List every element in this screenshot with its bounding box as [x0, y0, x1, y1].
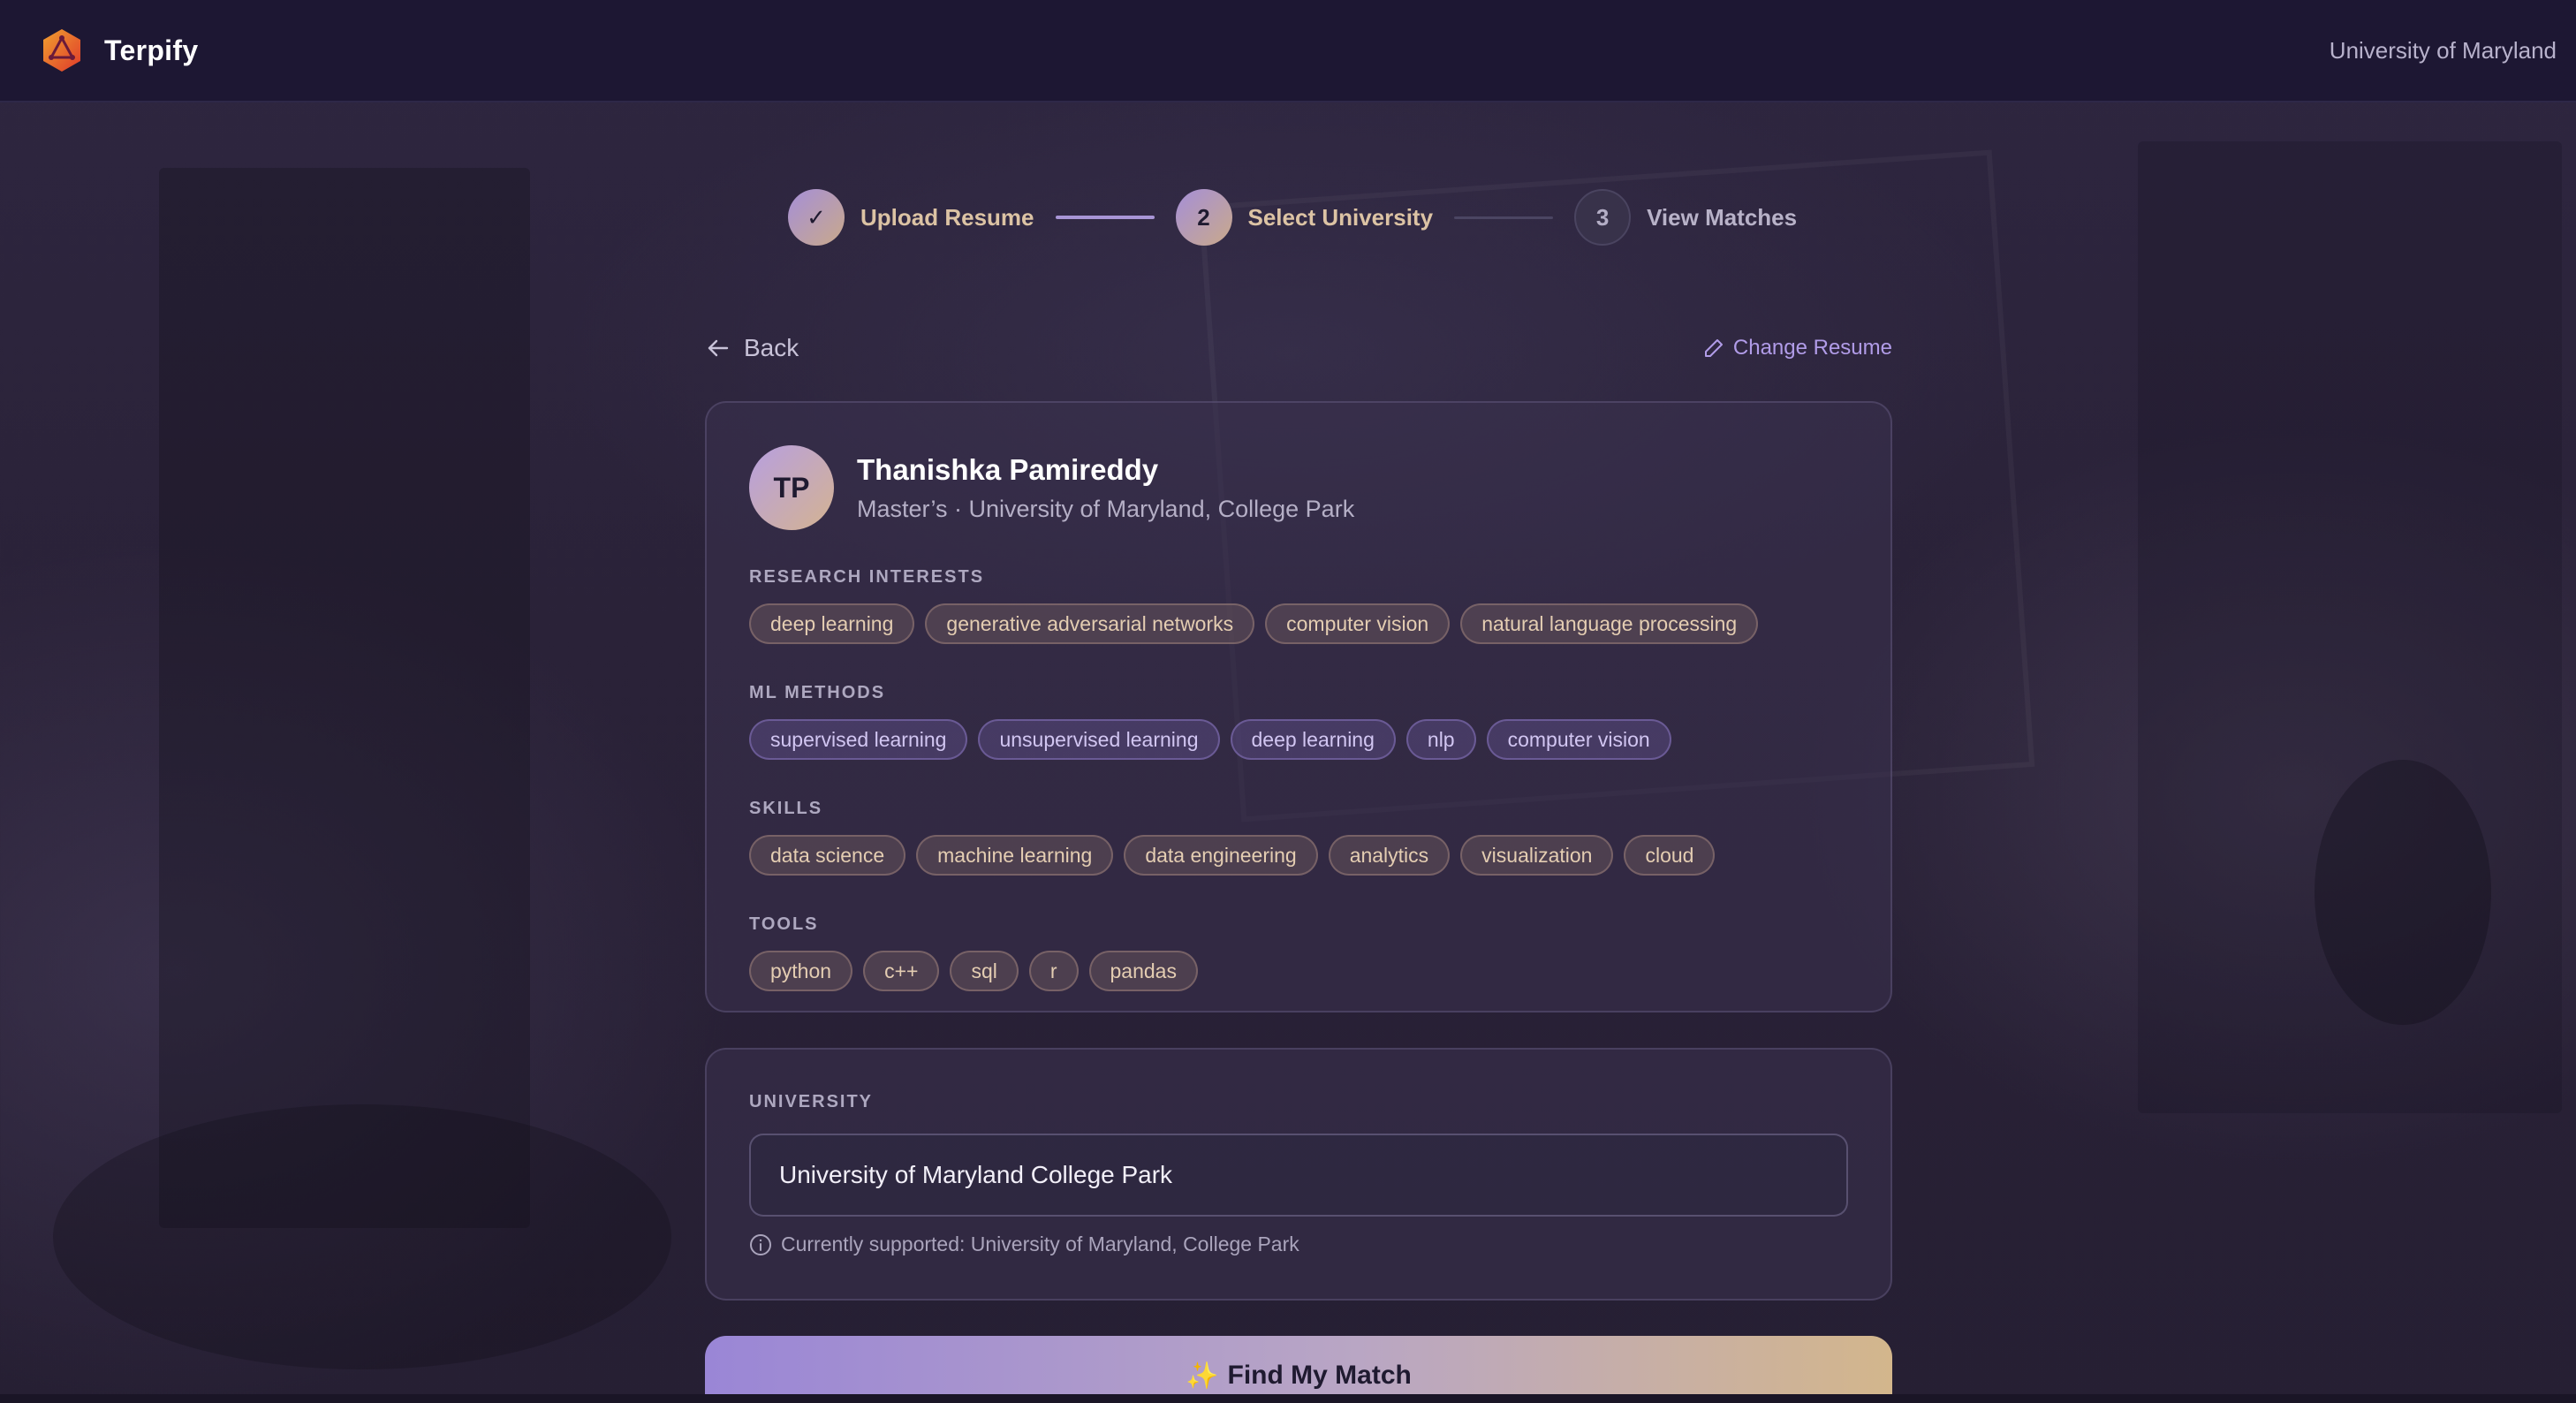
tag-chip: natural language processing [1460, 603, 1759, 644]
profile-name: Thanishka Pamireddy [857, 452, 1159, 486]
hint-text: Currently supported: University of Maryl… [781, 1232, 1299, 1255]
university-input[interactable] [749, 1134, 1848, 1217]
university-section-title: UNIVERSITY [749, 1092, 874, 1111]
section-title: RESEARCH INTERESTS [749, 567, 985, 587]
change-resume-link[interactable]: Change Resume [1703, 336, 1892, 360]
profile-card: TP Thanishka Pamireddy Master’s · Univer… [705, 401, 1892, 1012]
tag-chip: nlp [1405, 719, 1476, 760]
step-number: 2 [1175, 189, 1232, 246]
profile-header: TP Thanishka Pamireddy Master’s · Univer… [749, 445, 1848, 530]
tag-chip: sql [950, 951, 1019, 991]
tag-chip: data engineering [1124, 835, 1318, 876]
hexagon-logo-icon [43, 29, 80, 72]
tag-list: supervised learning unsupervised learning… [749, 719, 1848, 760]
tag-chip: analytics [1328, 835, 1451, 876]
profile-subtitle: Master’s · University of Maryland, Colle… [857, 495, 1355, 522]
tag-chip: cloud [1624, 835, 1716, 876]
nav-row: Back Change Resume [705, 327, 1892, 369]
tag-chip: unsupervised learning [978, 719, 1220, 760]
top-bar: Terpify University of Maryland [0, 0, 2576, 102]
step-number: 3 [1574, 189, 1632, 246]
change-resume-label: Change Resume [1732, 336, 1892, 360]
step-label: View Matches [1647, 203, 1798, 231]
tag-chip: pandas [1088, 951, 1198, 991]
current-university-label: University of Maryland [2329, 36, 2557, 64]
section-title: ML METHODS [749, 683, 886, 702]
tag-chip: computer vision [1265, 603, 1451, 644]
find-match-button[interactable]: ✨ Find My Match [705, 1336, 1892, 1403]
info-icon [750, 1233, 771, 1255]
find-match-label: Find My Match [1227, 1361, 1412, 1390]
tag-chip: deep learning [749, 603, 915, 644]
tag-list: python c++ sql r pandas [749, 951, 1848, 991]
window-bottom-edge [0, 1394, 2576, 1403]
tag-chip: python [749, 951, 853, 991]
back-button[interactable]: Back [705, 334, 799, 362]
tag-chip: generative adversarial networks [925, 603, 1255, 644]
tag-chip: deep learning [1230, 719, 1396, 760]
arrow-left-icon [708, 339, 729, 357]
tag-chip: machine learning [916, 835, 1114, 876]
supported-hint: Currently supported: University of Maryl… [749, 1232, 1848, 1256]
back-label: Back [744, 334, 799, 361]
tag-list: deep learning generative adversarial netw… [749, 603, 1848, 644]
avatar: TP [749, 445, 834, 530]
tag-list: data science machine learning data enginee… [749, 835, 1848, 876]
progress-stepper: ✓ Upload Resume 2 Select University 3 Vi… [788, 187, 1813, 247]
university-card: UNIVERSITY Currently supported: Universi… [705, 1048, 1892, 1301]
step-view-matches[interactable]: 3 View Matches [1574, 189, 1797, 246]
section-title: SKILLS [749, 799, 823, 818]
check-icon: ✓ [788, 189, 845, 246]
tag-chip: r [1028, 951, 1079, 991]
tag-chip: visualization [1460, 835, 1614, 876]
tag-chip: data science [749, 835, 906, 876]
pencil-icon [1704, 339, 1723, 357]
step-connector [1055, 216, 1155, 219]
step-select-university[interactable]: 2 Select University [1175, 189, 1434, 246]
step-upload-resume[interactable]: ✓ Upload Resume [788, 189, 1034, 246]
tag-chip: supervised learning [749, 719, 968, 760]
tag-chip: computer vision [1486, 719, 1671, 760]
brand-name: Terpify [104, 34, 199, 66]
brand[interactable]: Terpify [39, 27, 198, 73]
step-label: Upload Resume [860, 203, 1034, 231]
tag-chip: c++ [863, 951, 940, 991]
profile-sections: RESEARCH INTERESTS deep learning generativ… [749, 567, 1848, 991]
sparkle-icon: ✨ [1186, 1361, 1219, 1391]
section-title: TOOLS [749, 914, 819, 934]
step-label: Select University [1247, 203, 1434, 231]
step-connector [1454, 216, 1554, 219]
